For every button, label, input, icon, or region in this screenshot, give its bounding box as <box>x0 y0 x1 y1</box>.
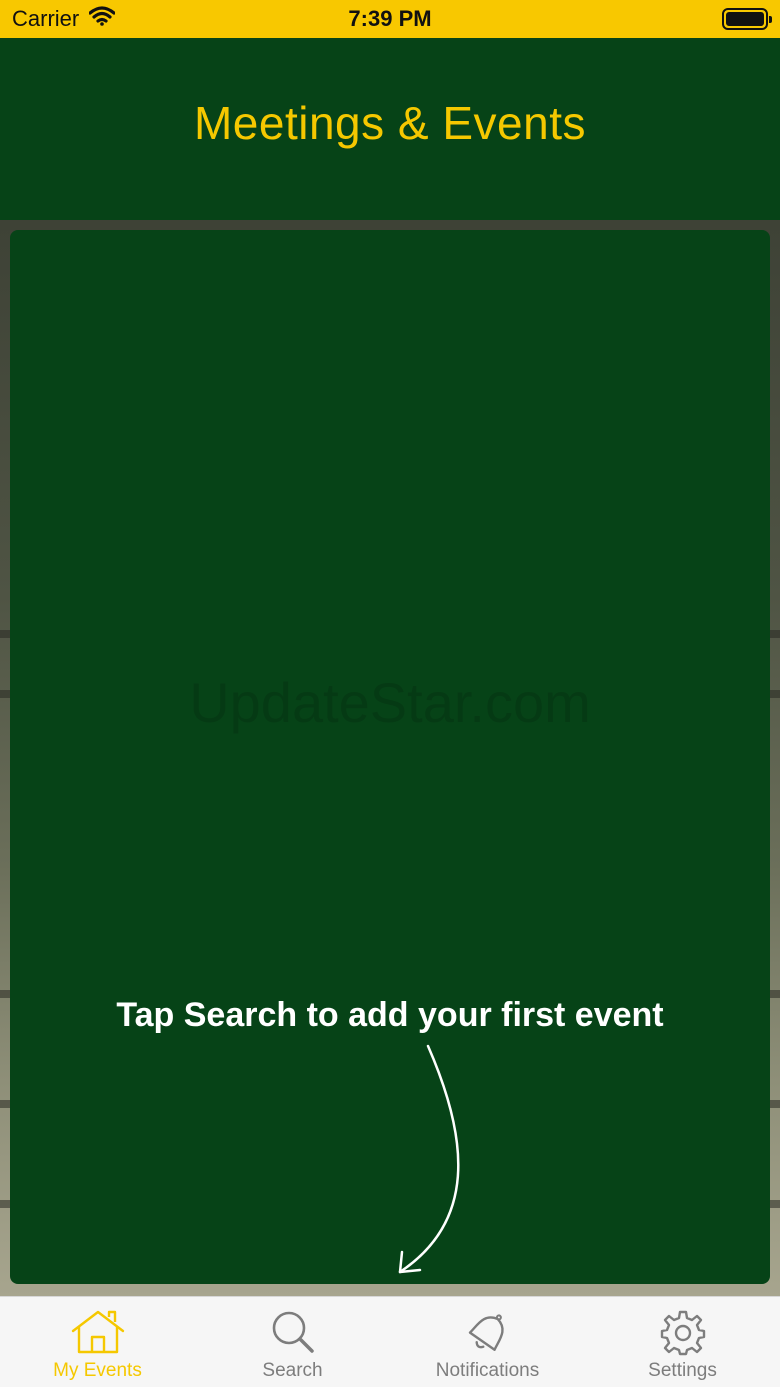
status-time: 7:39 PM <box>348 6 432 31</box>
bell-icon <box>463 1309 513 1362</box>
tab-label: My Events <box>53 1360 142 1381</box>
tab-label: Notifications <box>435 1360 540 1381</box>
search-icon <box>270 1309 316 1360</box>
tab-bar: My Events Search Notifications Settings <box>0 1296 780 1387</box>
watermark: UpdateStar.com <box>189 671 591 734</box>
tab-label: Search <box>262 1360 323 1381</box>
curved-arrow-icon <box>390 1042 480 1283</box>
status-bar: Carrier 7:39 PM <box>0 0 780 38</box>
page-title: Meetings & Events <box>193 97 587 149</box>
tab-notifications[interactable]: Notifications <box>390 1297 585 1387</box>
tab-label: Settings <box>648 1360 717 1381</box>
empty-state-hint: Tap Search to add your first event <box>116 996 664 1034</box>
tab-settings[interactable]: Settings <box>585 1297 780 1387</box>
content-card: UpdateStar.com Tap Search to add your fi… <box>10 230 770 1284</box>
tab-my-events[interactable]: My Events <box>0 1297 195 1387</box>
tab-search[interactable]: Search <box>195 1297 390 1387</box>
home-icon <box>69 1309 127 1360</box>
app-header: Meetings & Events <box>0 38 780 220</box>
battery-icon <box>722 8 772 30</box>
gear-icon <box>659 1309 707 1362</box>
